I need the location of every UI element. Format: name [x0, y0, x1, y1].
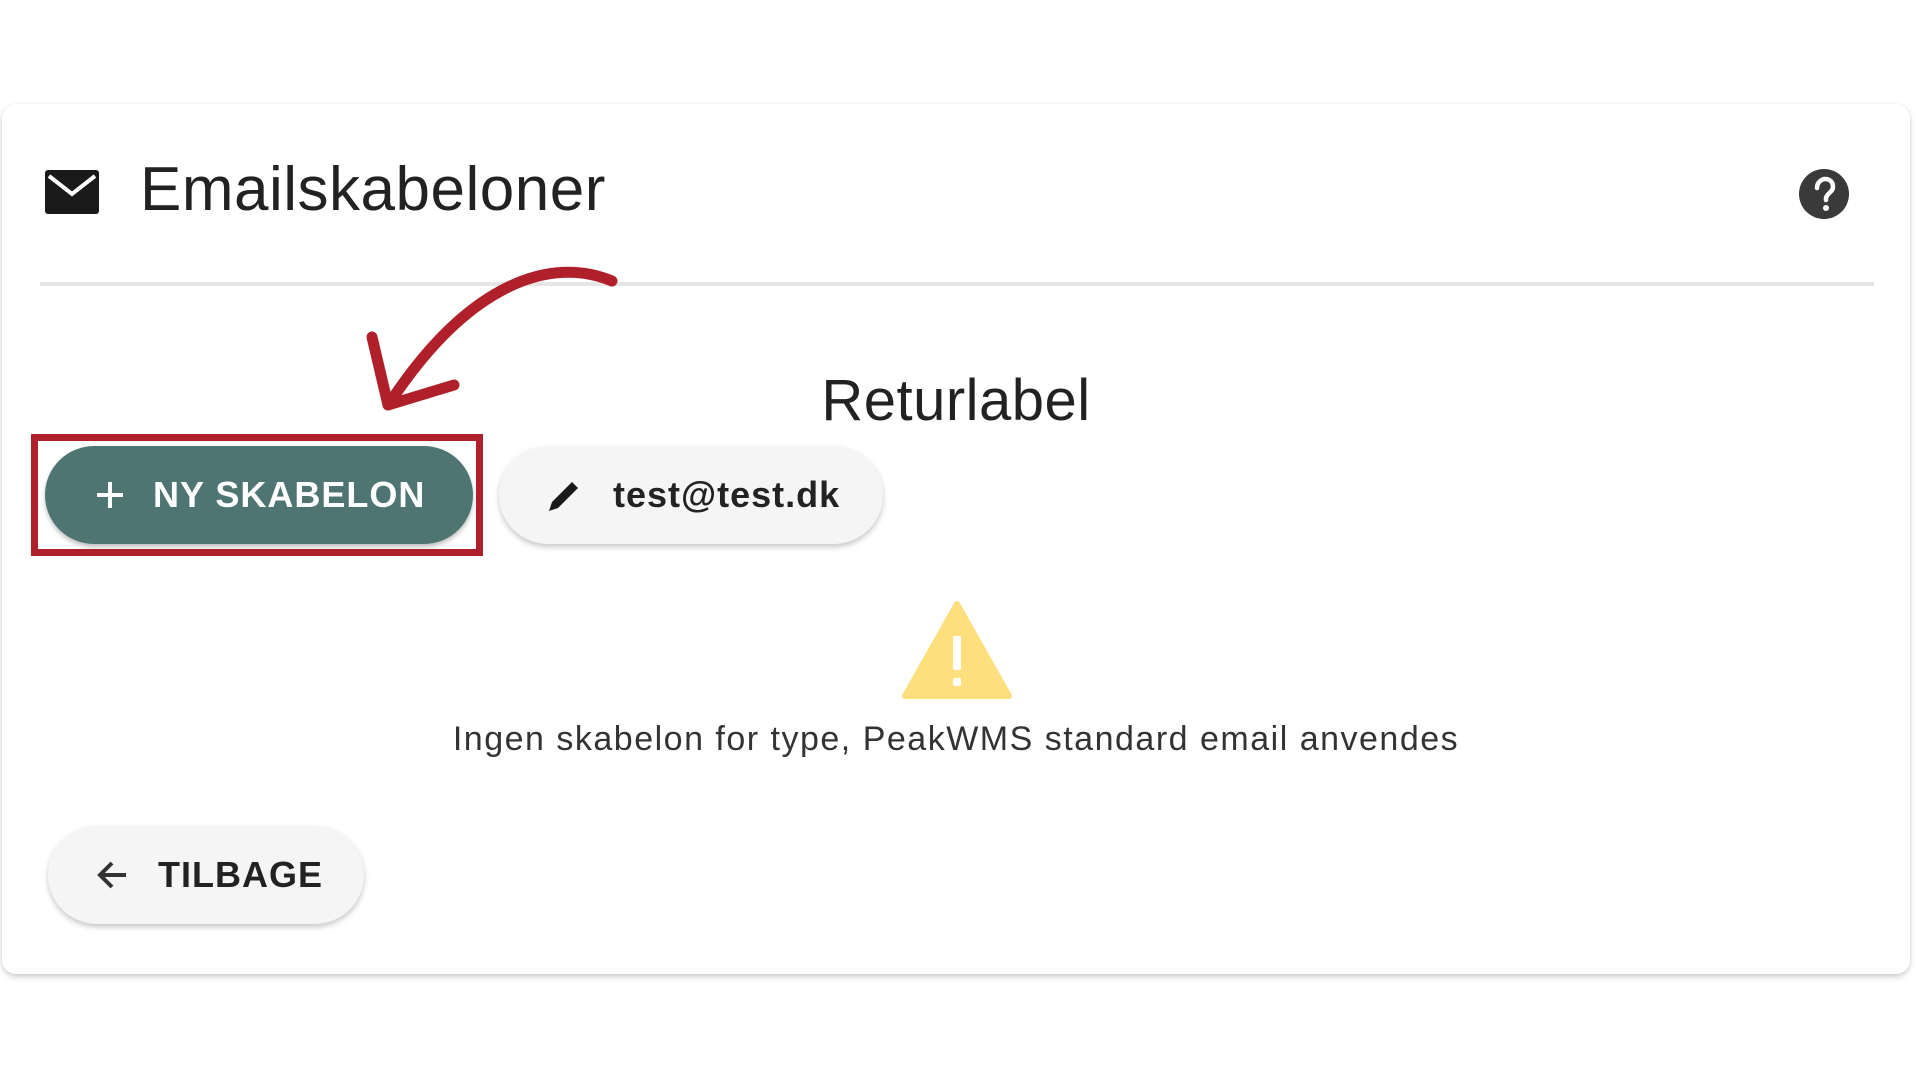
section-title: Returlabel	[821, 368, 1091, 433]
back-button[interactable]: TILBAGE	[48, 826, 364, 924]
mail-icon	[45, 170, 99, 214]
header-divider	[40, 282, 1874, 286]
help-icon[interactable]	[1798, 168, 1850, 220]
edit-template-button[interactable]: test@test.dk	[499, 446, 883, 544]
new-template-label: NY SKABELON	[153, 474, 426, 515]
email-templates-card: Emailskabeloner Returlabel NY SKABELON t…	[2, 104, 1910, 974]
warning-icon	[902, 601, 1012, 699]
page-title: Emailskabeloner	[140, 155, 606, 224]
no-template-notice: Ingen skabelon for type, PeakWMS standar…	[452, 720, 1460, 758]
arrow-left-icon	[97, 861, 126, 889]
edit-template-label: test@test.dk	[613, 474, 841, 515]
plus-icon	[97, 482, 123, 508]
card-header: Emailskabeloner	[2, 104, 1910, 284]
new-template-button[interactable]: NY SKABELON	[45, 446, 473, 544]
pencil-icon	[549, 482, 578, 511]
back-label: TILBAGE	[158, 854, 323, 895]
